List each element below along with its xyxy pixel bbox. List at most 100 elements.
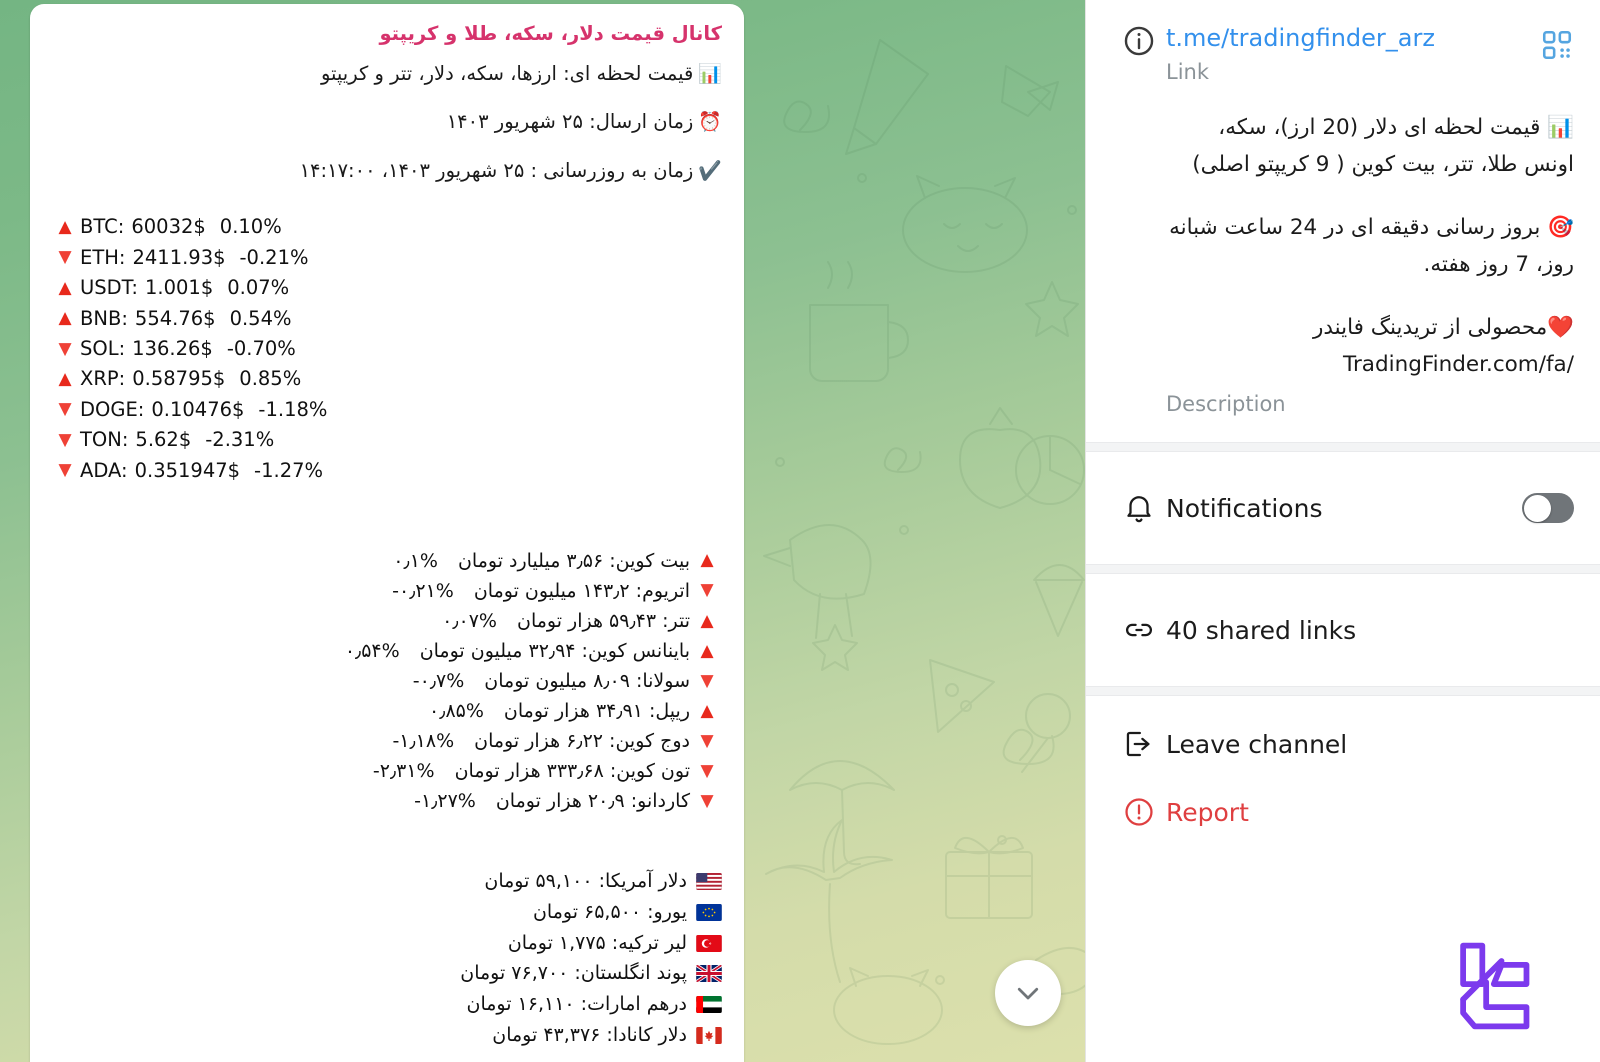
trend-down-icon: ▼ (58, 247, 72, 268)
telegram-window: کانال قیمت دلار، سکه، طلا و کریپتو 📊قیمت… (0, 0, 1600, 1062)
crypto-symbol: ADA: (80, 458, 128, 482)
bell-icon (1112, 491, 1166, 525)
trend-down-icon: ▼ (700, 730, 714, 751)
crypto-toman-pct: -۱٫۲۷% (414, 790, 476, 813)
fiat-currency-row: درهم امارات: ۱۶,۱۱۰ تومان (52, 989, 722, 1020)
shared-links-row[interactable]: 40 shared links (1086, 574, 1600, 686)
crypto-change-pct: 0.85% (239, 367, 302, 391)
crypto-symbol: TON: (80, 428, 129, 452)
crypto-usd-row: ▼ SOL: 136.26$ -0.70% (52, 334, 722, 364)
crypto-change-pct: 0.10% (219, 215, 282, 239)
crypto-toman-pct: -۱٫۱۸% (392, 730, 455, 753)
panel-about-row[interactable]: 📊 قیمت لحظه ای دلار (20 ارز)، سکه، اونس … (1086, 102, 1600, 442)
fiat-currency-text: دلار کانادا: ۴۳,۳۷۶ تومان (492, 1023, 687, 1046)
crypto-toman-row: ▼ اتریوم: ۱۴۳٫۲ میلیون تومان -۰٫۲۱% (52, 576, 722, 606)
crypto-change-pct: -0.70% (226, 336, 296, 360)
tradingfinder-logo (1442, 938, 1538, 1034)
check-mark-emoji: ✔️ (698, 159, 722, 182)
crypto-toman-row: ▲ ریپل: ۳۴٫۹۱ هزار تومان ۰٫۸۵% (52, 696, 722, 726)
channel-link-label: Link (1166, 60, 1210, 85)
dart-emoji: 🎯 (1547, 215, 1574, 241)
crypto-toman-name: دوج کوین: ۶٫۲۲ هزار تومان (474, 730, 690, 753)
alert-circle-icon (1112, 795, 1166, 829)
scroll-to-bottom-button[interactable] (995, 960, 1061, 1026)
logout-icon (1112, 727, 1166, 761)
fiat-currency-row: دلار کانادا: ۴۳,۳۷۶ تومان (52, 1020, 722, 1051)
crypto-change-pct: 0.54% (229, 306, 292, 330)
crypto-symbol: SOL: (80, 336, 126, 360)
fiat-currency-row: یورو: ۶۵,۵۰۰ تومان (52, 897, 722, 928)
qr-code-button[interactable] (1540, 28, 1574, 66)
trend-down-icon: ▼ (58, 399, 72, 420)
crypto-toman-pct: ۰٫۵۴% (344, 640, 400, 663)
crypto-change-pct: 0.07% (227, 276, 290, 300)
report-label: Report (1166, 797, 1249, 827)
fiat-currency-text: پوند انگلستان: ۷۶,۷۰۰ تومان (460, 962, 687, 985)
crypto-change-pct: -0.21% (239, 245, 309, 269)
crypto-toman-row: ▼ تون کوین: ۳۳۳٫۶۸ هزار تومان -۲٫۳۱% (52, 756, 722, 786)
notifications-toggle[interactable] (1522, 493, 1574, 524)
crypto-toman-name: کاردانو: ۲۰٫۹ هزار تومان (495, 790, 690, 813)
report-row[interactable]: Report (1086, 764, 1600, 860)
crypto-toman-row: ▲ باینانس کوین: ۳۲٫۹۴ میلیون تومان ۰٫۵۴% (52, 636, 722, 666)
crypto-toman-row: ▼ سولانا: ۸٫۰۹ میلیون تومان -۰٫۷% (52, 666, 722, 696)
crypto-toman-list: ▲ بیت کوین: ۳٫۵۶ میلیارد تومان ۰٫۱% ▼ اتریوم… (52, 546, 722, 816)
channel-info-panel: t.me/tradingfinder_arz Link 📊 قیمت لحظه … (1085, 0, 1600, 1062)
trend-down-icon: ▼ (700, 760, 714, 781)
crypto-toman-row: ▲ بیت کوین: ۳٫۵۶ میلیارد تومان ۰٫۱% (52, 546, 722, 576)
flag-ae-icon (696, 996, 722, 1014)
crypto-toman-pct: ۰٫۸۵% (429, 700, 484, 723)
crypto-toman-name: سولانا: ۸٫۰۹ میلیون تومان (484, 670, 690, 693)
about-spacer (1112, 110, 1166, 112)
flag-eu-icon (696, 903, 722, 921)
crypto-symbol: XRP: (80, 367, 126, 391)
about-line-3: ❤️محصولی از تریدینگ فایندر (1312, 315, 1574, 341)
chat-area: کانال قیمت دلار، سکه، طلا و کریپتو 📊قیمت… (0, 0, 1085, 1062)
flag-ca-icon (696, 1026, 722, 1044)
trend-up-icon: ▲ (58, 217, 72, 238)
crypto-usd-row: ▼ ETH: 2411.93$ -0.21% (52, 243, 722, 273)
crypto-price: 136.26$ (132, 336, 213, 360)
about-website-link[interactable]: /TradingFinder.com/fa (1166, 347, 1574, 384)
message-bubble[interactable]: کانال قیمت دلار، سکه، طلا و کریپتو 📊قیمت… (30, 4, 744, 1062)
crypto-symbol: ETH: (80, 245, 126, 269)
trend-up-icon: ▲ (700, 610, 714, 631)
shared-links-label: 40 shared links (1166, 615, 1357, 645)
crypto-price: 1.001$ (145, 276, 214, 300)
trend-down-icon: ▼ (700, 670, 714, 691)
crypto-symbol: BNB: (80, 306, 128, 330)
crypto-price: 554.76$ (134, 306, 216, 330)
fiat-currency-text: دلار آمریکا: ۵۹,۱۰۰ تومان (484, 870, 687, 893)
crypto-toman-name: بیت کوین: ۳٫۵۶ میلیارد تومان (457, 549, 690, 572)
info-icon (1112, 22, 1166, 58)
crypto-toman-name: اتریوم: ۱۴۳٫۲ میلیون تومان (473, 579, 690, 602)
crypto-toman-pct: -۲٫۳۱% (372, 760, 435, 783)
chevron-down-icon (1017, 987, 1039, 1000)
trend-up-icon: ▲ (700, 550, 714, 571)
bar-chart-emoji: 📊 (698, 63, 722, 85)
flag-gb-icon (696, 965, 722, 983)
message-header-line-2: ⏰زمان ارسال: ۲۵ شهریور ۱۴۰۳ (446, 110, 722, 134)
trend-up-icon: ▲ (58, 277, 72, 298)
crypto-usd-row: ▲ XRP: 0.58795$ 0.85% (52, 364, 722, 394)
link-icon (1112, 613, 1166, 647)
panel-link-row[interactable]: t.me/tradingfinder_arz Link (1086, 0, 1600, 102)
fiat-currency-text: درهم امارات: ۱۶,۱۱۰ تومان (466, 993, 687, 1016)
crypto-usd-row: ▲ BNB: 554.76$ 0.54% (52, 304, 722, 334)
channel-link-value[interactable]: t.me/tradingfinder_arz (1166, 22, 1574, 54)
crypto-usd-row: ▲ USDT: 1.001$ 0.07% (52, 273, 722, 303)
trend-down-icon: ▼ (700, 580, 714, 601)
fiat-currency-text: یورو: ۶۵,۵۰۰ تومان (532, 900, 687, 923)
crypto-usd-row: ▼ TON: 5.62$ -2.31% (52, 425, 722, 455)
red-heart-emoji: ❤️ (1547, 315, 1574, 341)
crypto-change-pct: -1.27% (254, 458, 324, 482)
fiat-currency-text: لیر ترکیه: ۱,۷۷۵ تومان (507, 931, 687, 954)
crypto-price: 0.10476$ (151, 397, 245, 421)
notifications-row[interactable]: Notifications (1086, 452, 1600, 564)
crypto-price: 0.351947$ (134, 458, 241, 482)
message-title: کانال قیمت دلار، سکه، طلا و کریپتو (379, 22, 722, 45)
crypto-price: 60032$ (131, 215, 206, 239)
crypto-usd-row: ▲ BTC: 60032$ 0.10% (52, 212, 722, 242)
fiat-currency-row: لیر ترکیه: ۱,۷۷۵ تومان (52, 928, 722, 959)
crypto-toman-pct: -۰٫۷% (412, 670, 465, 693)
